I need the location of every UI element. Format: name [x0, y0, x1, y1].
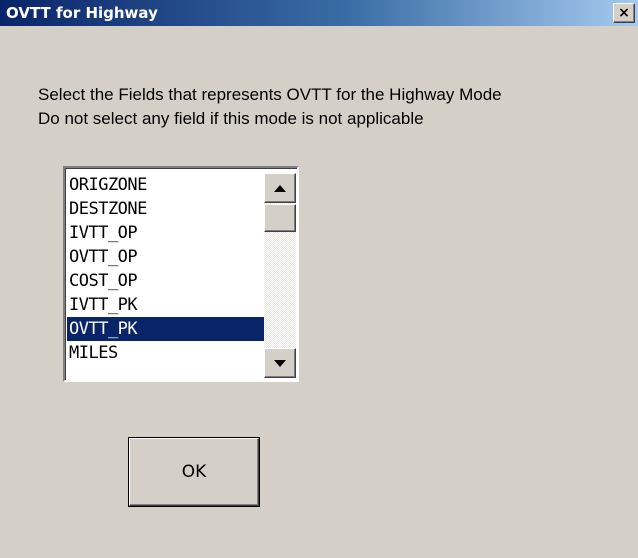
- ok-button-label: OK: [181, 462, 207, 482]
- list-item-miles[interactable]: MILES: [67, 341, 265, 365]
- list-item-ovtt-pk[interactable]: OVTT_PK: [67, 317, 265, 341]
- list-item-destzone[interactable]: DESTZONE: [67, 197, 265, 221]
- list-item-ivtt-pk[interactable]: IVTT_PK: [67, 293, 265, 317]
- instruction-line-2: Do not select any field if this mode is …: [38, 109, 424, 128]
- dialog-window: OVTT for Highway × Select the Fields tha…: [0, 0, 638, 558]
- list-item-ovtt-op[interactable]: OVTT_OP: [67, 245, 265, 269]
- window-title: OVTT for Highway: [6, 4, 158, 22]
- list-item-cost-op[interactable]: COST_OP: [67, 269, 265, 293]
- instruction-line-1: Select the Fields that represents OVTT f…: [38, 85, 502, 104]
- scroll-up-button[interactable]: [264, 173, 296, 203]
- ok-button-face: OK: [129, 438, 259, 506]
- list-item-origzone[interactable]: ORIGZONE: [67, 173, 265, 197]
- list-item-ivtt-op[interactable]: IVTT_OP: [67, 221, 265, 245]
- arrow-down-icon: [274, 359, 286, 367]
- fields-listbox[interactable]: ORIGZONE DESTZONE IVTT_OP OVTT_OP COST_O…: [63, 166, 299, 382]
- arrow-up-icon: [274, 184, 286, 192]
- scroll-down-button[interactable]: [264, 348, 296, 378]
- close-button[interactable]: ×: [613, 3, 635, 23]
- ok-button[interactable]: OK: [128, 437, 260, 507]
- scroll-thumb[interactable]: [264, 204, 296, 232]
- instructions: Select the Fields that represents OVTT f…: [38, 83, 502, 131]
- close-icon: ×: [618, 5, 630, 21]
- vertical-scrollbar[interactable]: [264, 173, 296, 378]
- fields-list: ORIGZONE DESTZONE IVTT_OP OVTT_OP COST_O…: [67, 173, 265, 365]
- title-bar[interactable]: OVTT for Highway ×: [0, 0, 638, 26]
